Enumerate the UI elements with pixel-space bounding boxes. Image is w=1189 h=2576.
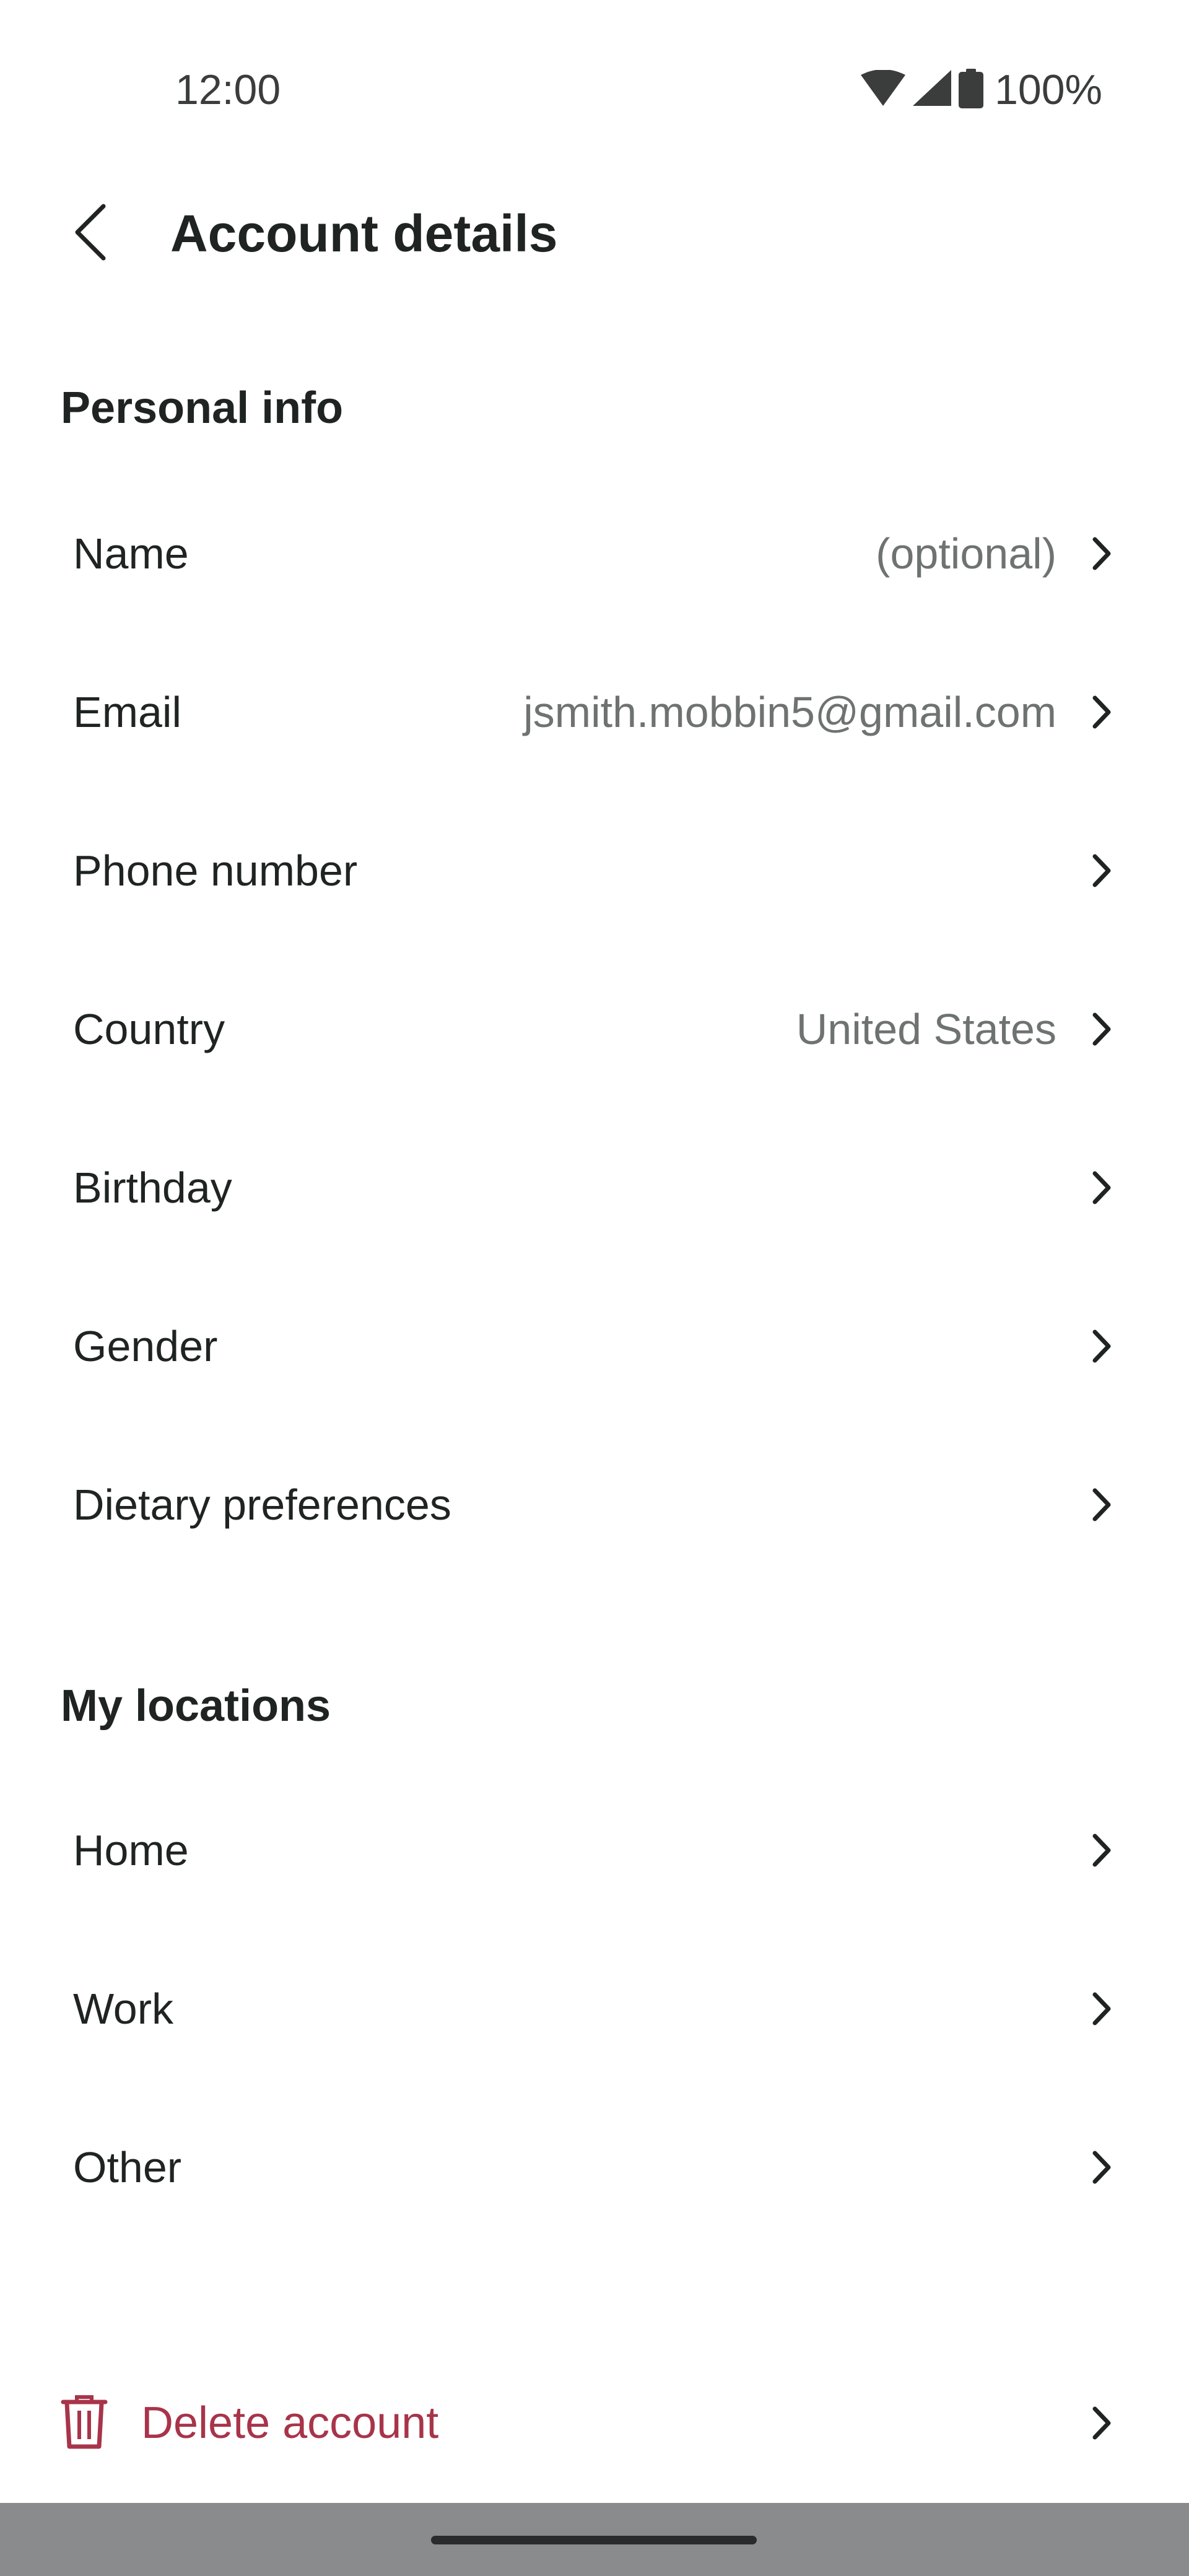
chevron-right-icon	[1086, 2404, 1117, 2442]
top-app-bar: Account details	[0, 180, 1189, 285]
row-value: (optional)	[876, 529, 1056, 578]
delete-account-label: Delete account	[141, 2398, 439, 2448]
home-gesture-handle[interactable]	[431, 2536, 757, 2544]
chevron-right-icon	[1086, 1832, 1117, 1869]
status-icons: 100%	[861, 65, 1102, 115]
battery-percentage: 100%	[995, 66, 1102, 113]
row-label: Birthday	[73, 1164, 232, 1212]
chevron-right-icon	[1086, 1486, 1117, 1523]
row-label: Country	[73, 1005, 225, 1053]
row-phone-number[interactable]: Phone number	[0, 791, 1189, 950]
row-label: Home	[73, 1826, 189, 1874]
chevron-left-icon	[75, 204, 106, 261]
system-navigation-bar	[0, 2503, 1189, 2576]
row-label: Work	[73, 1985, 174, 2033]
row-label: Name	[73, 529, 189, 578]
section-title-my-locations: My locations	[61, 1681, 331, 1731]
chevron-right-icon	[1086, 535, 1117, 572]
status-bar: 12:00 100%	[0, 0, 1189, 180]
row-work[interactable]: Work	[0, 1930, 1189, 2088]
row-label: Other	[73, 2143, 182, 2191]
row-dietary-preferences[interactable]: Dietary preferences	[0, 1425, 1189, 1584]
chevron-right-icon	[1086, 1328, 1117, 1365]
chevron-right-icon	[1086, 1169, 1117, 1206]
row-email[interactable]: Email jsmith.mobbin5@gmail.com	[0, 633, 1189, 791]
status-time: 12:00	[175, 66, 281, 113]
trash-icon	[61, 2395, 108, 2452]
row-label: Gender	[73, 1322, 218, 1370]
section-title-personal-info: Personal info	[61, 383, 344, 433]
row-label: Phone number	[73, 846, 358, 895]
row-label: Email	[73, 688, 182, 736]
row-gender[interactable]: Gender	[0, 1267, 1189, 1425]
back-button[interactable]	[56, 198, 124, 266]
chevron-right-icon	[1086, 2149, 1117, 2186]
chevron-right-icon	[1086, 852, 1117, 889]
row-other[interactable]: Other	[0, 2088, 1189, 2247]
chevron-right-icon	[1086, 1990, 1117, 2027]
row-home[interactable]: Home	[0, 1771, 1189, 1930]
battery-icon	[959, 68, 984, 111]
page-title: Account details	[170, 204, 558, 263]
chevron-right-icon	[1086, 1011, 1117, 1048]
cellular-signal-icon	[913, 69, 952, 110]
chevron-right-icon	[1086, 694, 1117, 731]
row-label: Dietary preferences	[73, 1481, 451, 1529]
row-value: jsmith.mobbin5@gmail.com	[523, 688, 1056, 736]
row-value: United States	[796, 1005, 1056, 1053]
delete-account-button[interactable]: Delete account	[0, 2344, 1189, 2502]
row-birthday[interactable]: Birthday	[0, 1108, 1189, 1267]
row-name[interactable]: Name (optional)	[0, 474, 1189, 633]
wifi-icon	[861, 69, 906, 110]
row-country[interactable]: Country United States	[0, 950, 1189, 1108]
